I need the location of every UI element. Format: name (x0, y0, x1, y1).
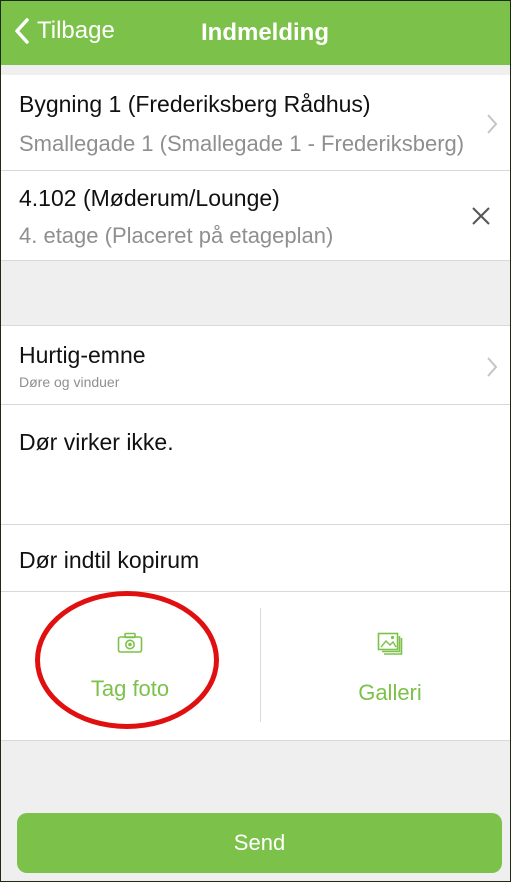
quick-topic-row[interactable]: Hurtig-emne Døre og vinduer (1, 325, 510, 405)
quick-topic-label: Hurtig-emne (19, 342, 146, 368)
take-photo-label: Tag foto (90, 676, 170, 701)
section-gap (1, 65, 510, 75)
gallery-icon (377, 632, 403, 655)
chevron-right-icon (487, 357, 498, 377)
page-title: Indmelding (201, 19, 329, 46)
room-floor: 4. etage (Placeret på etageplan) (19, 223, 334, 248)
section-gap (1, 741, 510, 801)
send-area: Send (1, 801, 510, 881)
location-note-field[interactable]: Dør indtil kopirum (1, 525, 510, 591)
quick-topic-value: Døre og vinduer (19, 374, 120, 390)
navigation-bar: Tilbage Indmelding (1, 1, 510, 65)
room-name: 4.102 (Møderum/Lounge) (19, 185, 280, 211)
back-label: Tilbage (37, 17, 115, 44)
gallery-label: Galleri (358, 680, 422, 705)
photo-actions: Tag foto Galleri (1, 591, 510, 741)
building-address: Smallegade 1 (Smallegade 1 - Frederiksbe… (19, 131, 465, 156)
app-screen: Tilbage Indmelding Bygning 1 (Frederiksb… (0, 0, 511, 882)
close-icon[interactable] (470, 205, 492, 227)
building-name: Bygning 1 (Frederiksberg Rådhus) (19, 91, 371, 117)
description-field[interactable]: Dør virker ikke. (1, 405, 510, 525)
camera-icon (117, 632, 143, 653)
take-photo-button[interactable]: Tag foto (1, 592, 259, 740)
send-button[interactable]: Send (17, 813, 502, 873)
chevron-left-icon (15, 18, 29, 44)
location-note-text: Dør indtil kopirum (19, 547, 200, 573)
description-text: Dør virker ikke. (19, 429, 174, 455)
room-row[interactable]: 4.102 (Møderum/Lounge) 4. etage (Placere… (1, 171, 510, 261)
gallery-button[interactable]: Galleri (261, 592, 510, 740)
building-row[interactable]: Bygning 1 (Frederiksberg Rådhus) Smalleg… (1, 75, 510, 171)
section-gap (1, 261, 510, 325)
back-button[interactable]: Tilbage (13, 11, 115, 51)
chevron-right-icon (487, 114, 498, 134)
